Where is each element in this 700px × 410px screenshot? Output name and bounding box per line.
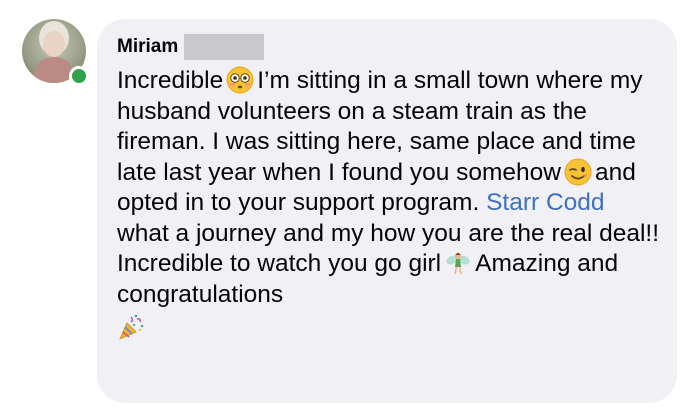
comment: Miriam Incredible I’m sitting in a small… <box>0 0 700 410</box>
winking-face-icon <box>564 158 592 185</box>
name-row: Miriam <box>117 34 657 60</box>
redacted-surname <box>184 34 265 60</box>
online-status-dot <box>69 66 89 86</box>
fairy-icon <box>446 253 470 275</box>
avatar-container[interactable] <box>22 19 89 86</box>
avatar-body <box>34 57 74 83</box>
author-name[interactable]: Miriam <box>117 36 178 58</box>
flushed-face-icon <box>226 66 254 94</box>
comment-text-part1: Incredible <box>117 67 224 94</box>
comment-text: Incredible I’m sitting in a small town w… <box>117 66 662 344</box>
mention-link[interactable]: Starr Codd <box>486 189 604 216</box>
party-popper-icon <box>119 314 144 340</box>
comment-bubble: Miriam Incredible I’m sitting in a small… <box>97 19 677 403</box>
avatar-head <box>43 31 65 57</box>
